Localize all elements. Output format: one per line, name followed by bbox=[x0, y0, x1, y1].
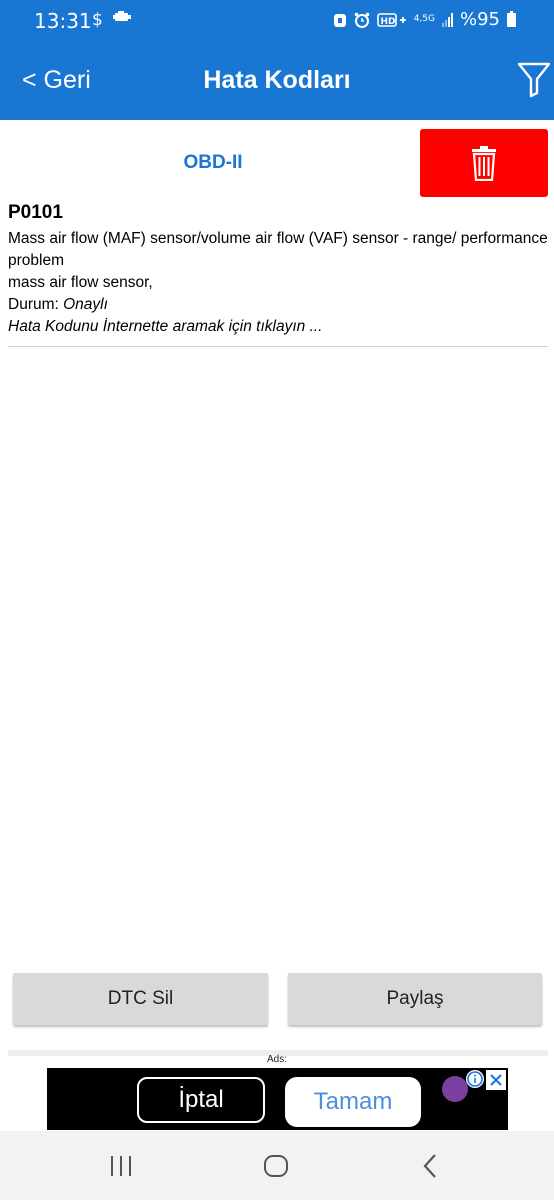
page-title: Hata Kodları bbox=[203, 66, 351, 94]
filter-button[interactable] bbox=[516, 60, 552, 98]
status-time: 13:31 bbox=[34, 9, 92, 33]
network-type-badge: 4,5G bbox=[413, 14, 435, 24]
battery-level: %95 bbox=[459, 9, 500, 30]
alarm-icon bbox=[354, 12, 369, 28]
status-value: Onaylı bbox=[63, 296, 108, 313]
status-label: Durum: bbox=[8, 296, 64, 313]
tab-obd-ii[interactable]: OBD-II bbox=[8, 128, 418, 198]
segment-row: OBD-II bbox=[0, 128, 554, 200]
dtc-status: Durum: Onaylı bbox=[8, 294, 548, 316]
car-engine-icon bbox=[112, 11, 131, 21]
svg-text:HD: HD bbox=[380, 17, 395, 27]
dollar-icon: $ bbox=[92, 10, 103, 30]
home-icon bbox=[264, 1155, 288, 1177]
search-online-link[interactable]: Hata Kodunu İnternette aramak için tıkla… bbox=[8, 316, 548, 338]
filter-icon bbox=[517, 62, 551, 98]
signal-icon bbox=[441, 12, 453, 27]
clear-dtc-button[interactable]: DTC Sil bbox=[13, 973, 268, 1025]
back-chevron-icon bbox=[423, 1154, 436, 1178]
ad-close-icon[interactable] bbox=[486, 1070, 506, 1090]
recent-apps-button[interactable] bbox=[104, 1151, 138, 1181]
dtc-list: P0101 Mass air flow (MAF) sensor/volume … bbox=[8, 202, 548, 347]
ads-label: Ads: bbox=[266, 1054, 287, 1065]
trash-icon bbox=[472, 146, 496, 181]
system-back-button[interactable] bbox=[414, 1151, 448, 1181]
delete-all-button[interactable] bbox=[420, 129, 548, 197]
dtc-description: Mass air flow (MAF) sensor/volume air fl… bbox=[8, 230, 548, 269]
system-nav-bar bbox=[0, 1131, 554, 1200]
hd-voice-icon: HD bbox=[376, 12, 406, 27]
dtc-component: mass air flow sensor, bbox=[8, 274, 153, 291]
list-item[interactable]: P0101 Mass air flow (MAF) sensor/volume … bbox=[8, 202, 548, 347]
recent-apps-icon bbox=[111, 1156, 131, 1176]
notification-shield-icon bbox=[333, 13, 346, 27]
ad-banner[interactable]: İptal Tamam bbox=[47, 1068, 508, 1130]
ad-ok-button[interactable]: Tamam bbox=[285, 1077, 421, 1127]
home-button[interactable] bbox=[259, 1151, 293, 1181]
ad-cancel-button[interactable]: İptal bbox=[137, 1077, 265, 1123]
ad-info-icon[interactable] bbox=[466, 1070, 484, 1088]
battery-icon bbox=[507, 10, 516, 27]
ad-logo-icon bbox=[442, 1076, 468, 1102]
share-button[interactable]: Paylaş bbox=[288, 973, 542, 1025]
app-bar: < Geri Hata Kodları bbox=[0, 40, 554, 120]
dtc-code: P0101 bbox=[8, 202, 63, 223]
status-bar: 13:31 $ HD 4,5G %95 bbox=[0, 0, 554, 40]
